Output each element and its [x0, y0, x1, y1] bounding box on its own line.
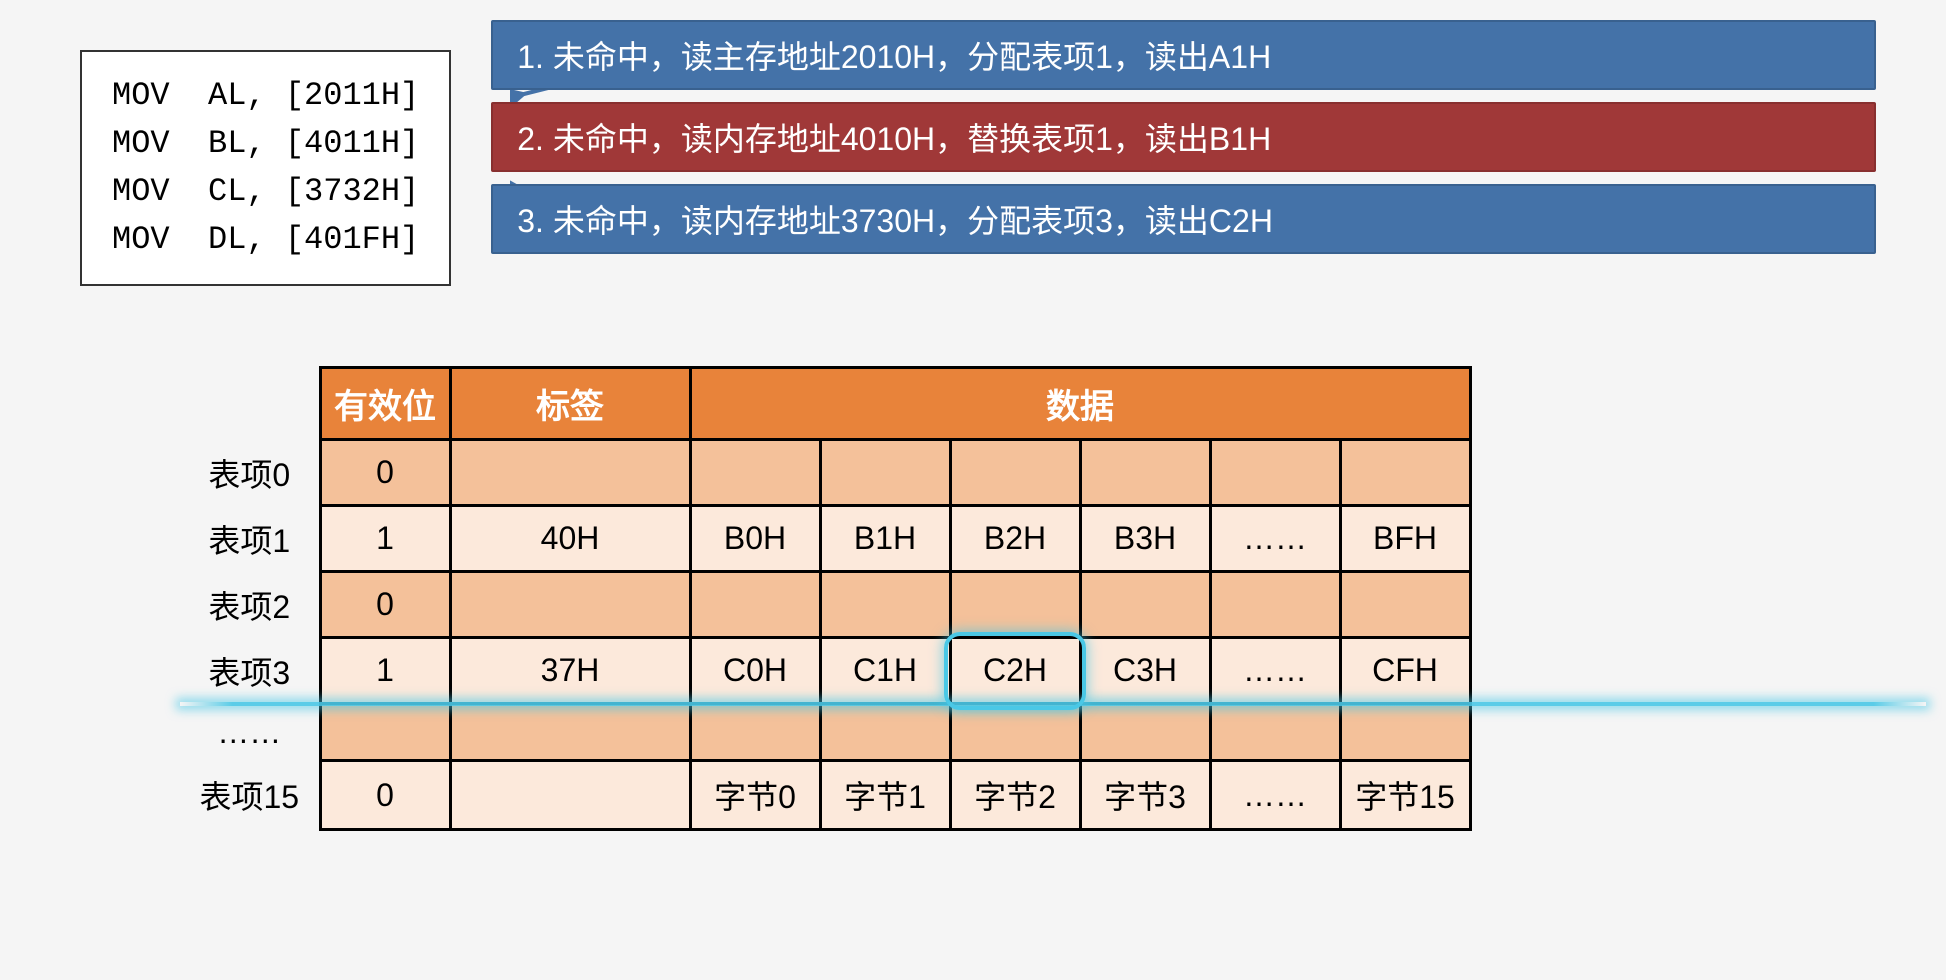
valid-cell: 1: [320, 638, 450, 704]
callout-3: 3. 未命中，读内存地址3730H，分配表项3，读出C2H: [491, 184, 1876, 254]
data-cell: C3H: [1080, 638, 1210, 704]
row-label: 表项3: [180, 638, 320, 704]
callout-list: 1. 未命中，读主存地址2010H，分配表项1，读出A1H 2. 未命中，读内存…: [491, 20, 1876, 254]
data-cell: [1340, 704, 1470, 761]
data-cell: [1340, 572, 1470, 638]
code-line: MOV DL, [401FH]: [112, 221, 419, 258]
tag-cell: 40H: [450, 506, 690, 572]
data-cell: [1080, 572, 1210, 638]
callout-text: 2. 未命中，读内存地址4010H，替换表项1，读出B1H: [517, 121, 1271, 157]
data-cell: [820, 440, 950, 506]
cache-table: 有效位 标签 数据 表项00表项1140HB0HB1HB2HB3H……BFH表项…: [180, 366, 1472, 831]
row-label: 表项2: [180, 572, 320, 638]
data-cell: ……: [1210, 761, 1340, 830]
data-cell: 字节0: [690, 761, 820, 830]
assembly-code-box: MOV AL, [2011H] MOV BL, [4011H] MOV CL, …: [80, 50, 451, 286]
tag-cell: [450, 761, 690, 830]
row-label: 表项0: [180, 440, 320, 506]
valid-cell: 0: [320, 572, 450, 638]
data-cell: [1210, 572, 1340, 638]
data-cell: BFH: [1340, 506, 1470, 572]
tag-cell: 37H: [450, 638, 690, 704]
data-cell: [1080, 704, 1210, 761]
valid-cell: 1: [320, 506, 450, 572]
header-data: 数据: [690, 368, 1470, 440]
data-cell: B1H: [820, 506, 950, 572]
data-cell: [820, 572, 950, 638]
row-label: 表项15: [180, 761, 320, 830]
tag-cell: [450, 440, 690, 506]
data-cell: B0H: [690, 506, 820, 572]
code-line: MOV BL, [4011H]: [112, 125, 419, 162]
code-line: MOV AL, [2011H]: [112, 77, 419, 114]
tag-cell: [450, 572, 690, 638]
data-cell: [690, 440, 820, 506]
valid-cell: 0: [320, 440, 450, 506]
data-cell: [820, 704, 950, 761]
data-cell: B2H: [950, 506, 1080, 572]
data-cell: 字节3: [1080, 761, 1210, 830]
data-cell: 字节15: [1340, 761, 1470, 830]
cache-table-container: 有效位 标签 数据 表项00表项1140HB0HB1HB2HB3H……BFH表项…: [30, 366, 1926, 831]
data-cell: C1H: [820, 638, 950, 704]
data-cell: [1080, 440, 1210, 506]
data-cell: C0H: [690, 638, 820, 704]
highlight-row-line: [180, 702, 1926, 706]
data-cell: [1210, 440, 1340, 506]
data-cell: 字节2: [950, 761, 1080, 830]
code-line: MOV CL, [3732H]: [112, 173, 419, 210]
header-valid: 有效位: [320, 368, 450, 440]
table-row: 表项150 字节0字节1字节2字节3……字节15: [180, 761, 1470, 830]
valid-cell: 0: [320, 761, 450, 830]
data-cell: 字节1: [820, 761, 950, 830]
data-cell: CFH: [1340, 638, 1470, 704]
table-row: 表项1140HB0HB1HB2HB3H……BFH: [180, 506, 1470, 572]
data-cell: [690, 704, 820, 761]
row-label: 表项1: [180, 506, 320, 572]
data-cell: ……: [1210, 638, 1340, 704]
table-row: ……: [180, 704, 1470, 761]
data-cell: ……: [1210, 506, 1340, 572]
callout-1: 1. 未命中，读主存地址2010H，分配表项1，读出A1H: [491, 20, 1876, 90]
data-cell: [950, 440, 1080, 506]
table-row: 表项20: [180, 572, 1470, 638]
top-section: MOV AL, [2011H] MOV BL, [4011H] MOV CL, …: [20, 20, 1926, 286]
header-tag: 标签: [450, 368, 690, 440]
data-cell: [950, 572, 1080, 638]
tag-cell: [450, 704, 690, 761]
data-cell: B3H: [1080, 506, 1210, 572]
data-cell: [950, 704, 1080, 761]
data-cell: [1210, 704, 1340, 761]
callout-text: 3. 未命中，读内存地址3730H，分配表项3，读出C2H: [517, 203, 1273, 239]
callout-text: 1. 未命中，读主存地址2010H，分配表项1，读出A1H: [517, 39, 1271, 75]
table-row: 表项3137HC0HC1HC2HC3H……CFH: [180, 638, 1470, 704]
data-cell: [690, 572, 820, 638]
table-row: 表项00: [180, 440, 1470, 506]
callout-2: 2. 未命中，读内存地址4010H，替换表项1，读出B1H: [491, 102, 1876, 172]
data-cell: C2H: [950, 638, 1080, 704]
data-cell: [1340, 440, 1470, 506]
row-label: ……: [180, 704, 320, 761]
valid-cell: [320, 704, 450, 761]
